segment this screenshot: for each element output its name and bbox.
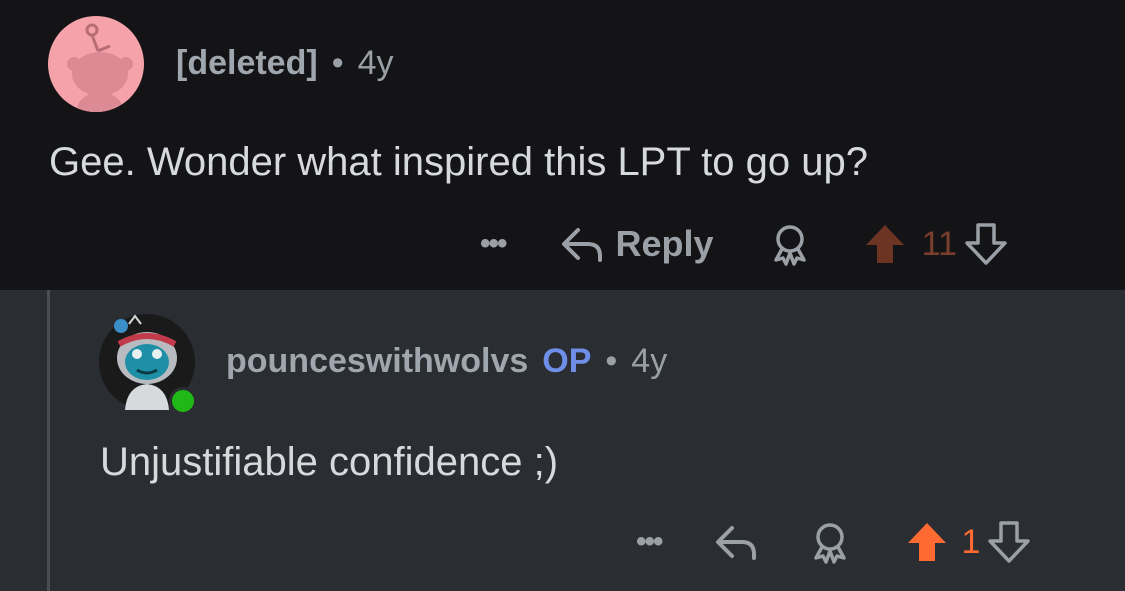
award-icon[interactable]: [768, 222, 812, 266]
op-avatar[interactable]: [99, 314, 197, 415]
upvote-icon[interactable]: [862, 221, 908, 267]
comment-meta: [deleted] • 4y: [176, 44, 394, 83]
comment-age: 4y: [631, 342, 668, 380]
comment-body: Unjustifiable confidence ;): [100, 440, 559, 484]
meta-separator: •: [331, 44, 344, 82]
comment-reply: pounceswithwolvs OP • 4y Unjustifiable c…: [0, 290, 1125, 591]
reply-button[interactable]: Reply: [558, 223, 714, 265]
reply-label: Reply: [615, 223, 714, 264]
comment-deleted: [deleted] • 4y Gee. Wonder what inspired…: [0, 0, 1125, 290]
award-icon[interactable]: [808, 520, 852, 564]
downvote-icon[interactable]: [963, 221, 1009, 267]
comment-body: Gee. Wonder what inspired this LPT to go…: [49, 140, 869, 184]
op-badge: OP: [542, 342, 592, 380]
online-status-indicator: [169, 387, 197, 415]
score-count: 11: [921, 224, 957, 263]
more-options-button[interactable]: •••: [480, 227, 507, 261]
reply-icon: [558, 224, 606, 264]
downvote-icon[interactable]: [986, 519, 1032, 565]
author-name[interactable]: [deleted]: [176, 44, 318, 83]
deleted-user-avatar: [48, 16, 144, 112]
upvote-icon[interactable]: [904, 519, 950, 565]
comment-meta: pounceswithwolvs OP • 4y: [226, 342, 667, 381]
comment-actions: ••• 1: [636, 518, 1032, 566]
more-options-button[interactable]: •••: [636, 525, 663, 559]
thread-line[interactable]: [47, 290, 50, 591]
score-count: 1: [961, 522, 981, 561]
author-name[interactable]: pounceswithwolvs: [226, 342, 528, 381]
comment-age: 4y: [357, 44, 394, 82]
meta-separator: •: [605, 342, 618, 380]
reply-icon[interactable]: [712, 522, 760, 562]
comment-actions: ••• Reply 11: [480, 220, 1009, 268]
